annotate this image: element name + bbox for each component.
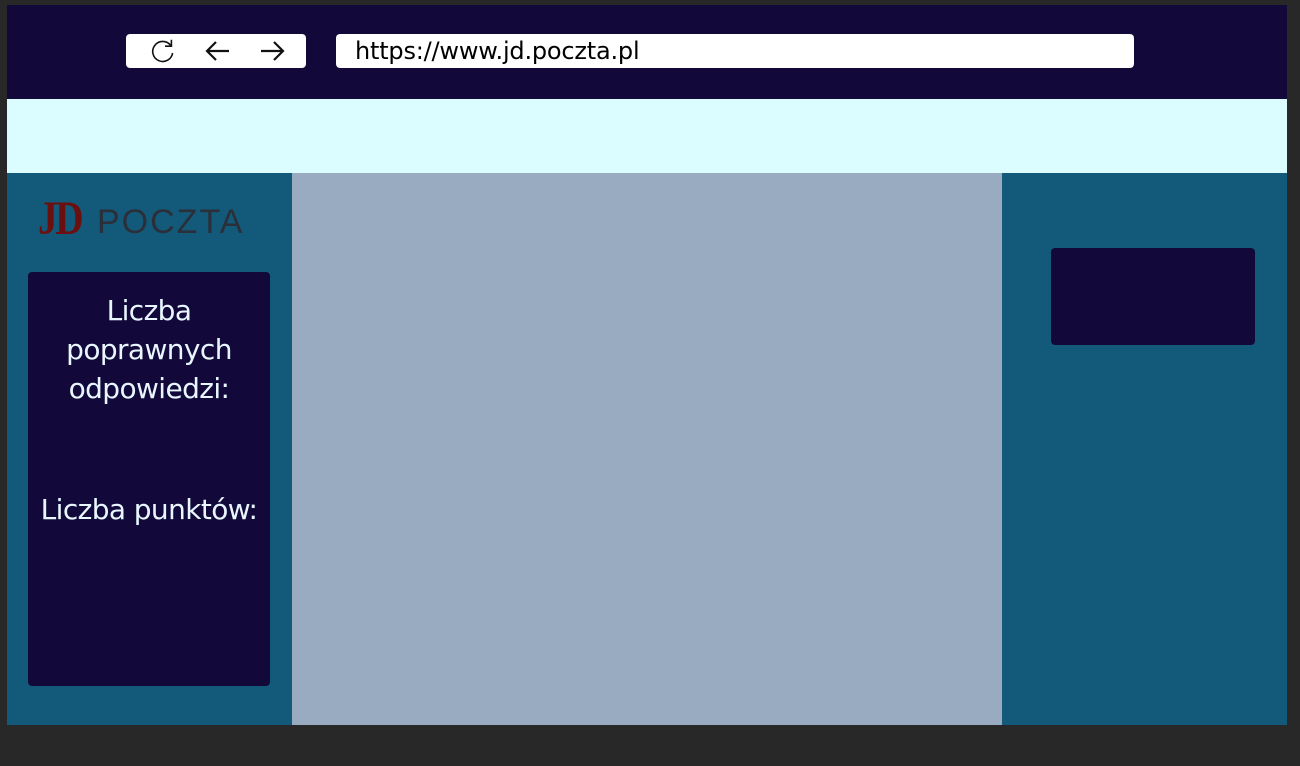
logo-wordmark: POCZTA [97,203,245,241]
correct-answers-label: Liczba poprawnych odpowiedzi: [66,294,232,405]
score-panel: Liczba poprawnych odpowiedzi: Liczba pun… [28,272,270,686]
logo-mark: JD [38,192,84,245]
refresh-button[interactable] [148,37,178,65]
arrow-right-icon [261,41,285,61]
arrow-left-icon [205,41,229,61]
back-button[interactable] [203,37,233,65]
browser-toolbar: https://www.jd.poczta.pl [7,5,1287,99]
jd-poczta-logo[interactable]: JD POCZTA [37,192,267,245]
left-sidebar: JD POCZTA Liczba poprawnych odpowiedzi: … [7,173,292,725]
forward-button[interactable] [257,37,287,65]
top-banner [7,99,1287,173]
refresh-icon [151,39,174,63]
browser-window: https://www.jd.poczta.pl JD POCZTA Liczb… [7,5,1287,725]
right-sidebar [1002,173,1287,725]
main-content-area [292,173,1002,725]
address-bar[interactable]: https://www.jd.poczta.pl [336,34,1134,68]
address-bar-url: https://www.jd.poczta.pl [355,37,640,65]
navigation-controls [126,34,306,68]
right-panel-box [1051,248,1255,345]
points-label: Liczba punktów: [40,493,258,526]
